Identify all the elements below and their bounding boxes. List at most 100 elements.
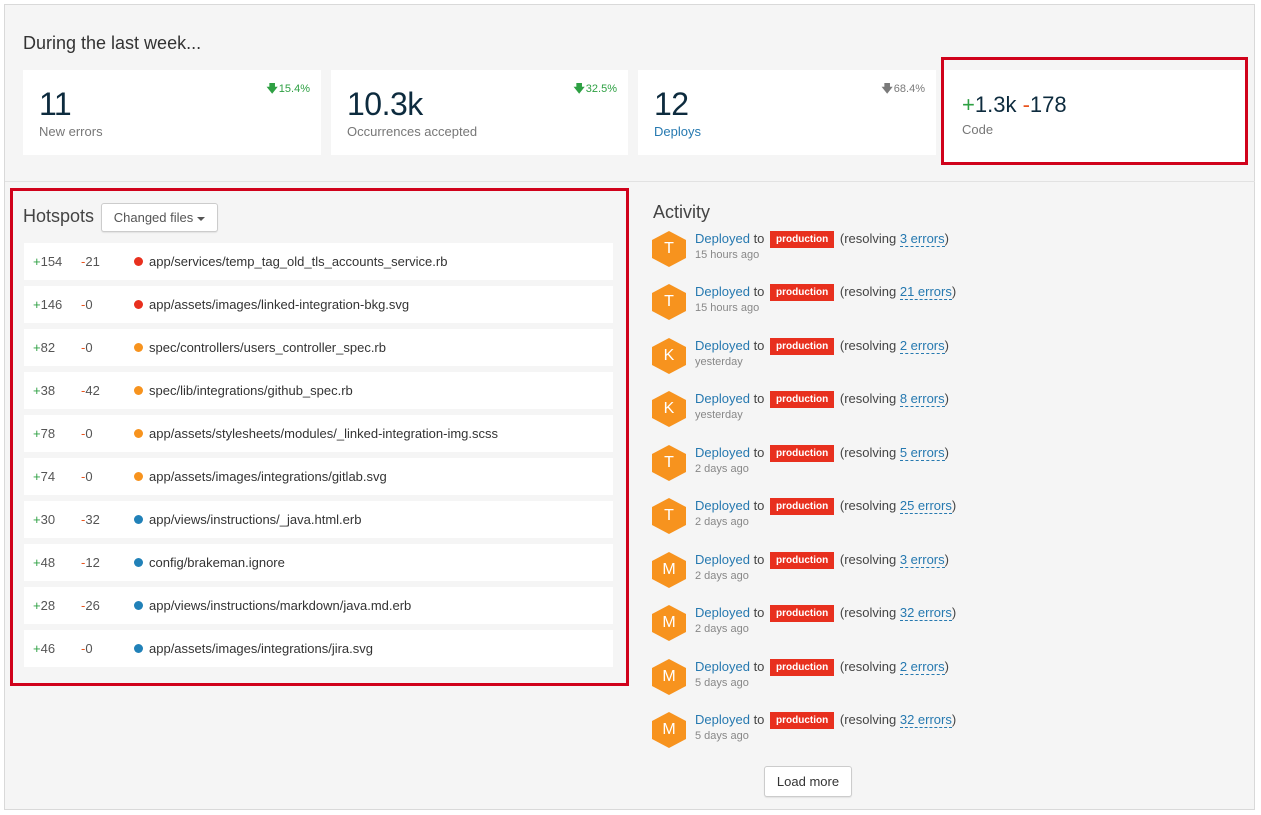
arrow-down-icon: 🡇 — [573, 83, 585, 95]
user-avatar[interactable]: T — [652, 445, 686, 481]
file-path[interactable]: app/views/instructions/_java.html.erb — [149, 501, 361, 538]
environment-badge: production — [770, 659, 835, 676]
hotspot-row[interactable]: +154 -21 app/services/temp_tag_old_tls_acc… — [24, 243, 613, 280]
errors-link[interactable]: 8 errors — [899, 391, 945, 407]
errors-link[interactable]: 3 errors — [899, 552, 945, 568]
lines-added: +154 — [33, 254, 63, 269]
severity-dot-icon — [134, 429, 143, 438]
file-path[interactable]: app/assets/images/integrations/jira.svg — [149, 630, 373, 667]
errors-link[interactable]: 32 errors — [899, 712, 952, 728]
deploy-link[interactable]: Deployed — [695, 284, 750, 299]
deploy-link[interactable]: Deployed — [695, 659, 750, 674]
lines-added: +82 — [33, 340, 56, 355]
new-errors-value: 11 — [39, 86, 72, 122]
changed-files-dropdown[interactable]: Changed files — [101, 203, 218, 232]
resolving-prefix: (resolving — [839, 605, 900, 620]
occurrences-value: 10.3k — [347, 86, 423, 122]
activity-line: Deployed to production (resolving 21 err… — [695, 284, 956, 301]
file-path[interactable]: app/services/temp_tag_old_tls_accounts_s… — [149, 243, 447, 280]
deploy-link[interactable]: Deployed — [695, 231, 750, 246]
file-path[interactable]: app/assets/images/linked-integration-bkg… — [149, 286, 409, 323]
deploy-link[interactable]: Deployed — [695, 605, 750, 620]
activity-timestamp: 2 days ago — [695, 516, 749, 528]
lines-added: +30 — [33, 512, 56, 527]
load-more-button[interactable]: Load more — [764, 766, 852, 797]
environment-badge: production — [770, 445, 835, 462]
activity-line: Deployed to production (resolving 32 err… — [695, 605, 956, 622]
file-path[interactable]: app/views/instructions/markdown/java.md.… — [149, 587, 411, 624]
errors-link[interactable]: 21 errors — [899, 284, 952, 300]
resolving-suffix: ) — [951, 712, 957, 727]
deploy-link[interactable]: Deployed — [695, 552, 750, 567]
deploy-link[interactable]: Deployed — [695, 445, 750, 460]
errors-link[interactable]: 2 errors — [899, 338, 945, 354]
occurrences-card[interactable]: 10.3k Occurrences accepted 🡇32.5% — [331, 70, 628, 155]
severity-dot-icon — [134, 601, 143, 610]
hotspot-row[interactable]: +46 -0 app/assets/images/integrations/jira… — [24, 630, 613, 667]
lines-added: +78 — [33, 426, 56, 441]
user-avatar[interactable]: M — [652, 712, 686, 748]
activity-item: M Deployed to production (resolving 3 err… — [652, 552, 1252, 596]
hotspot-row[interactable]: +146 -0 app/assets/images/linked-integrati… — [24, 286, 613, 323]
severity-dot-icon — [134, 472, 143, 481]
code-plus: 1.3k — [974, 92, 1017, 117]
hotspot-row[interactable]: +30 -32 app/views/instructions/_java.html.… — [24, 501, 613, 538]
user-avatar[interactable]: K — [652, 338, 686, 374]
errors-link[interactable]: 5 errors — [899, 445, 945, 461]
user-avatar[interactable]: M — [652, 552, 686, 588]
arrow-down-icon: 🡇 — [881, 83, 893, 95]
occurrences-label: Occurrences accepted — [347, 124, 478, 139]
deploys-link[interactable]: Deploys — [654, 124, 701, 139]
deploy-link[interactable]: Deployed — [695, 391, 750, 406]
hotspot-row[interactable]: +28 -26 app/views/instructions/markdown/ja… — [24, 587, 613, 624]
activity-timestamp: 5 days ago — [695, 677, 749, 689]
resolving-suffix: ) — [951, 284, 957, 299]
hotspot-row[interactable]: +78 -0 app/assets/stylesheets/modules/_lin… — [24, 415, 613, 452]
resolving-suffix: ) — [951, 605, 957, 620]
file-path[interactable]: config/brakeman.ignore — [149, 544, 285, 581]
deploy-link[interactable]: Deployed — [695, 338, 750, 353]
resolving-prefix: (resolving — [839, 231, 900, 246]
code-card[interactable]: +1.3k -178 Code — [941, 57, 1248, 165]
lines-removed: -26 — [81, 598, 100, 613]
errors-link[interactable]: 3 errors — [899, 231, 945, 247]
new-errors-card[interactable]: 11 New errors 🡇15.4% — [23, 70, 321, 155]
to-text: to — [753, 712, 765, 727]
severity-dot-icon — [134, 386, 143, 395]
resolving-suffix: ) — [951, 498, 957, 513]
activity-timestamp: 15 hours ago — [695, 249, 760, 261]
user-avatar[interactable]: M — [652, 605, 686, 641]
activity-line: Deployed to production (resolving 8 erro… — [695, 391, 949, 408]
file-path[interactable]: app/assets/images/integrations/gitlab.sv… — [149, 458, 387, 495]
deploys-card[interactable]: 12 Deploys 🡇68.4% — [638, 70, 936, 155]
environment-badge: production — [770, 605, 835, 622]
arrow-down-icon: 🡇 — [266, 83, 278, 95]
errors-link[interactable]: 32 errors — [899, 605, 952, 621]
user-avatar[interactable]: M — [652, 659, 686, 695]
lines-added: +46 — [33, 641, 56, 656]
resolving-prefix: (resolving — [839, 391, 900, 406]
resolving-prefix: (resolving — [839, 712, 900, 727]
activity-timestamp: yesterday — [695, 356, 743, 368]
file-path[interactable]: spec/lib/integrations/github_spec.rb — [149, 372, 353, 409]
user-avatar[interactable]: K — [652, 391, 686, 427]
user-avatar[interactable]: T — [652, 284, 686, 320]
severity-dot-icon — [134, 644, 143, 653]
errors-link[interactable]: 2 errors — [899, 659, 945, 675]
resolving-prefix: (resolving — [839, 659, 900, 674]
lines-added: +74 — [33, 469, 56, 484]
file-path[interactable]: app/assets/stylesheets/modules/_linked-i… — [149, 415, 498, 452]
deploy-link[interactable]: Deployed — [695, 498, 750, 513]
user-avatar[interactable]: T — [652, 498, 686, 534]
hotspot-row[interactable]: +74 -0 app/assets/images/integrations/gitl… — [24, 458, 613, 495]
activity-line: Deployed to production (resolving 2 erro… — [695, 338, 949, 355]
hotspot-row[interactable]: +82 -0 spec/controllers/users_controller_s… — [24, 329, 613, 366]
errors-link[interactable]: 25 errors — [899, 498, 952, 514]
hotspot-row[interactable]: +38 -42 spec/lib/integrations/github_spec.… — [24, 372, 613, 409]
activity-line: Deployed to production (resolving 3 erro… — [695, 552, 949, 569]
lines-added: +28 — [33, 598, 56, 613]
file-path[interactable]: spec/controllers/users_controller_spec.r… — [149, 329, 386, 366]
deploy-link[interactable]: Deployed — [695, 712, 750, 727]
user-avatar[interactable]: T — [652, 231, 686, 267]
hotspot-row[interactable]: +48 -12 config/brakeman.ignore — [24, 544, 613, 581]
